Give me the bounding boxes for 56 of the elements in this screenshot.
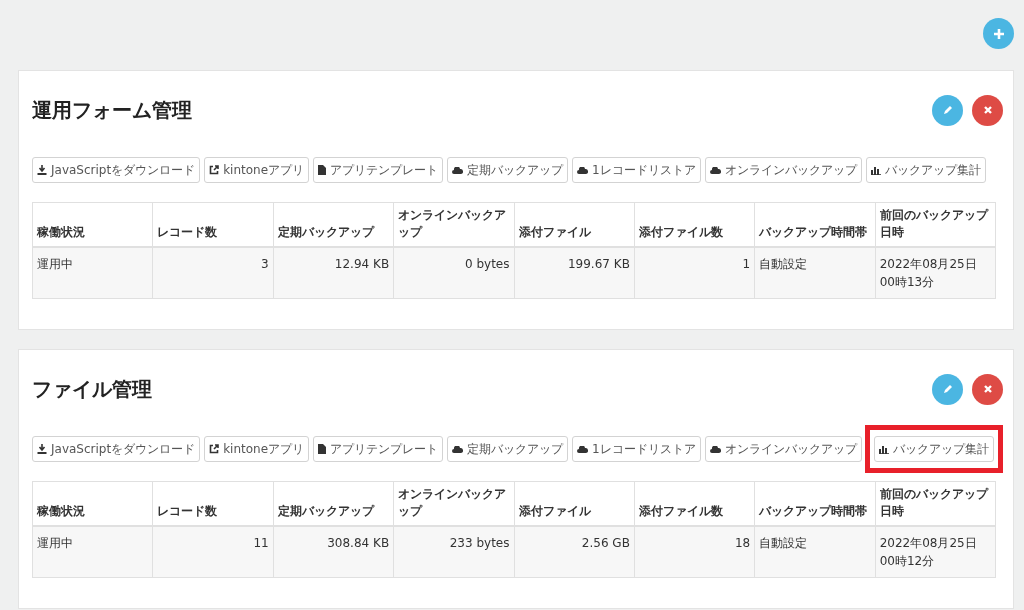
cloud-icon: [709, 166, 721, 174]
edit-button[interactable]: [932, 94, 963, 126]
table-cell: 2.56 GB: [514, 526, 635, 578]
table-cell: 233 bytes: [393, 526, 514, 578]
toolbar-button[interactable]: バックアップ集計: [865, 157, 986, 183]
table-cell: 308.84 KB: [273, 526, 394, 578]
download-icon: [37, 165, 47, 175]
file-icon: [318, 444, 327, 454]
download-icon: [37, 444, 47, 454]
table-cell: 12.94 KB: [273, 247, 394, 299]
toolbar-button[interactable]: JavaScriptをダウンロード: [32, 436, 201, 462]
toolbar-button[interactable]: バックアップ集計: [873, 436, 994, 462]
cloud-icon: [452, 166, 464, 174]
table-cell: 199.67 KB: [514, 247, 635, 299]
table-cell: 11: [152, 526, 274, 578]
toolbar-button[interactable]: オンラインバックアップ: [704, 157, 862, 183]
table-cell: 2022年08月25日00時12分: [875, 526, 996, 578]
table-cell: 0 bytes: [393, 247, 514, 299]
table-cell: 運用中: [32, 247, 153, 299]
delete-button[interactable]: [972, 94, 1003, 126]
file-icon: [318, 165, 327, 175]
bar-chart-icon: [878, 444, 889, 454]
plus-icon: [992, 27, 1005, 40]
toolbar-button[interactable]: 定期バックアップ: [447, 436, 569, 462]
external-link-icon: [209, 165, 220, 175]
bar-chart-icon: [870, 165, 881, 175]
cloud-icon: [577, 445, 589, 453]
external-link-icon: [209, 444, 220, 454]
cloud-icon: [577, 166, 589, 174]
table-cell: 1: [634, 247, 755, 299]
panel-title: ファイル管理: [32, 375, 152, 403]
table-cell: 3: [152, 247, 274, 299]
table-cell: 運用中: [32, 526, 153, 578]
cloud-icon: [452, 445, 464, 453]
close-icon: [982, 105, 993, 115]
pencil-icon: [941, 383, 954, 395]
toolbar-button[interactable]: JavaScriptをダウンロード: [32, 157, 201, 183]
toolbar-button[interactable]: オンラインバックアップ: [704, 436, 862, 462]
table-cell: 自動設定: [754, 526, 876, 578]
panel-title: 運用フォーム管理: [32, 96, 192, 124]
toolbar-button[interactable]: 1レコードリストア: [572, 436, 701, 462]
delete-button[interactable]: [972, 373, 1003, 405]
toolbar-button[interactable]: アプリテンプレート: [313, 157, 444, 183]
table-cell: 18: [634, 526, 755, 578]
table-cell: 自動設定: [754, 247, 876, 299]
toolbar-button[interactable]: アプリテンプレート: [313, 436, 444, 462]
edit-button[interactable]: [932, 373, 963, 405]
pencil-icon: [941, 104, 954, 116]
toolbar-button[interactable]: 1レコードリストア: [572, 157, 701, 183]
add-button[interactable]: [983, 18, 1014, 49]
close-icon: [982, 384, 993, 394]
toolbar-button[interactable]: 定期バックアップ: [447, 157, 569, 183]
cloud-icon: [709, 445, 721, 453]
toolbar-button[interactable]: kintoneアプリ: [204, 157, 310, 183]
toolbar-button[interactable]: kintoneアプリ: [204, 436, 310, 462]
table-cell: 2022年08月25日00時13分: [875, 247, 996, 299]
